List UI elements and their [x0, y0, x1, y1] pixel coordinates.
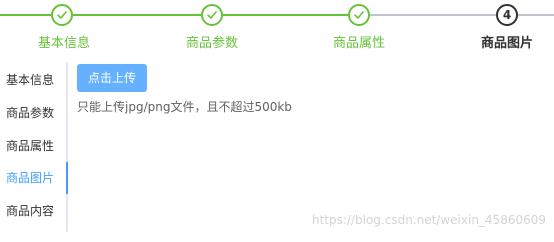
step-connector: [73, 14, 201, 16]
step-connector: [0, 14, 51, 16]
tab-images[interactable]: 商品图片: [0, 163, 66, 193]
tab-basic-info[interactable]: 基本信息: [0, 65, 66, 95]
step-title-images: 商品图片: [480, 36, 534, 51]
step-title-basic-info: 基本信息: [37, 36, 91, 51]
tab-active-indicator: [66, 162, 68, 194]
step-title-params: 商品参数: [185, 36, 239, 51]
vertical-tabs: 基本信息 商品参数 商品属性 商品图片 商品内容: [0, 62, 68, 232]
steps-bar: 4 基本信息 商品参数 商品属性 商品图片: [0, 0, 554, 56]
step-1-circle: [51, 4, 73, 26]
page: 4 基本信息 商品参数 商品属性 商品图片 基本信息 商品参数 商品属性 商品图…: [0, 0, 554, 242]
upload-button[interactable]: 点击上传: [77, 64, 147, 92]
check-icon: [354, 11, 364, 19]
watermark: https://blog.csdn.net/weixin_45860609: [311, 213, 546, 227]
upload-tip: 只能上传jpg/png文件，且不超过500kb: [77, 100, 292, 114]
tab-content[interactable]: 商品内容: [0, 196, 66, 226]
step-4-circle: 4: [496, 4, 518, 26]
step-connector: [370, 14, 496, 16]
step-title-attributes: 商品属性: [332, 36, 386, 51]
step-connector: [518, 14, 554, 16]
tab-attributes[interactable]: 商品属性: [0, 131, 66, 161]
tab-params[interactable]: 商品参数: [0, 98, 66, 128]
step-connector: [223, 14, 348, 16]
check-icon: [207, 11, 217, 19]
check-icon: [57, 11, 67, 19]
step-number: 4: [502, 8, 512, 22]
step-2-circle: [201, 4, 223, 26]
step-3-circle: [348, 4, 370, 26]
